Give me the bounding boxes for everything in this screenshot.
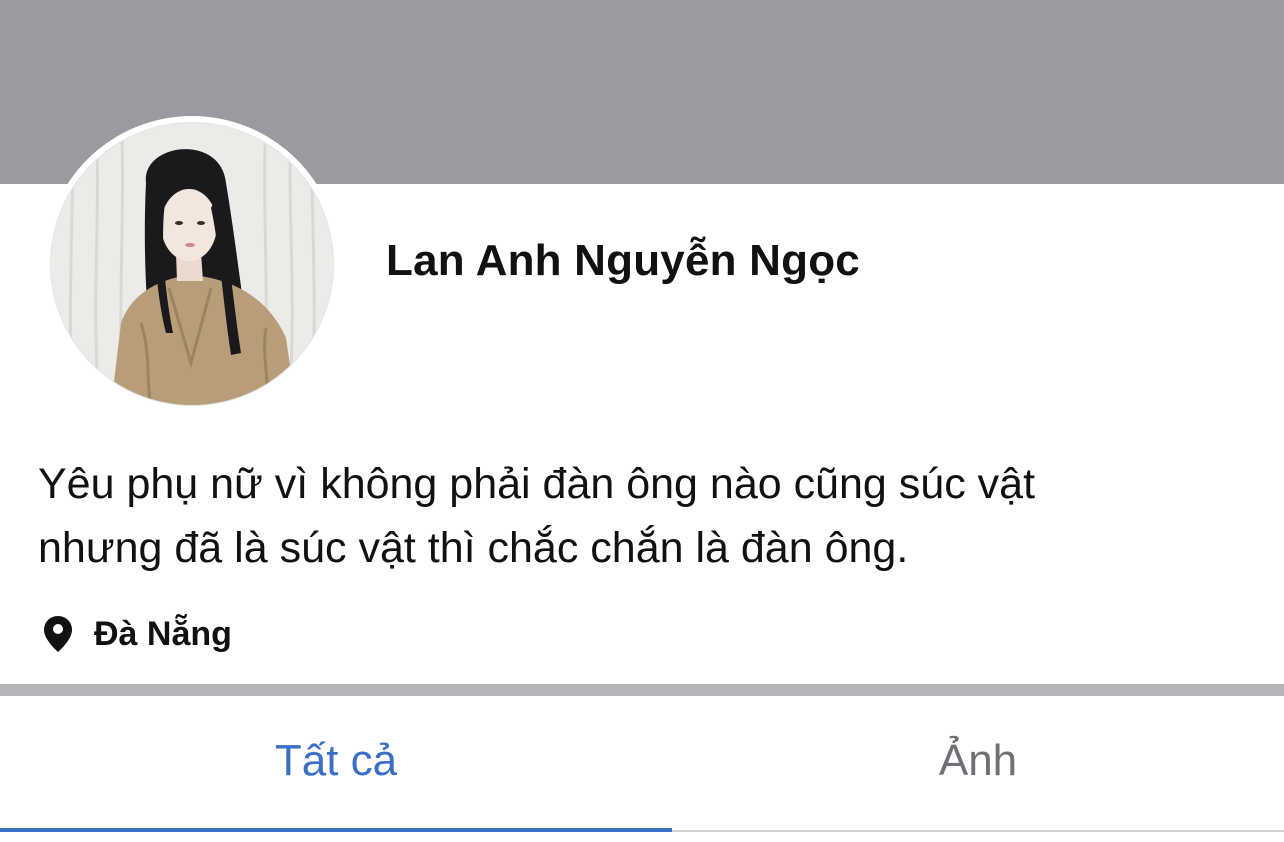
location-row: Đà Nẵng: [40, 612, 232, 656]
tab-all[interactable]: Tất cả: [0, 696, 672, 842]
bio-line: nhưng đã là súc vật thì chắc chắn là đàn…: [38, 524, 909, 572]
profile-name: Lan Anh Nguyễn Ngọc: [386, 236, 860, 285]
tab-photos-label: Ảnh: [938, 736, 1018, 785]
tab-inactive-indicator: [672, 830, 1284, 832]
map-pin-icon: [40, 614, 76, 654]
location-text: Đà Nẵng: [94, 614, 232, 653]
avatar-photo-icon: [51, 123, 333, 405]
bio-line: Yêu phụ nữ vì không phải đàn ông nào cũn…: [38, 460, 1036, 508]
profile-tabs: Tất cả Ảnh: [0, 696, 1284, 842]
section-divider: [0, 684, 1284, 696]
tab-photos[interactable]: Ảnh: [672, 696, 1284, 842]
avatar[interactable]: [50, 122, 334, 406]
tab-all-label: Tất cả: [274, 736, 398, 785]
profile-page: Lan Anh Nguyễn Ngọc Yêu phụ nữ vì không …: [0, 0, 1284, 842]
tab-active-indicator: [0, 828, 672, 832]
profile-bio: Yêu phụ nữ vì không phải đàn ông nào cũn…: [38, 452, 1238, 580]
